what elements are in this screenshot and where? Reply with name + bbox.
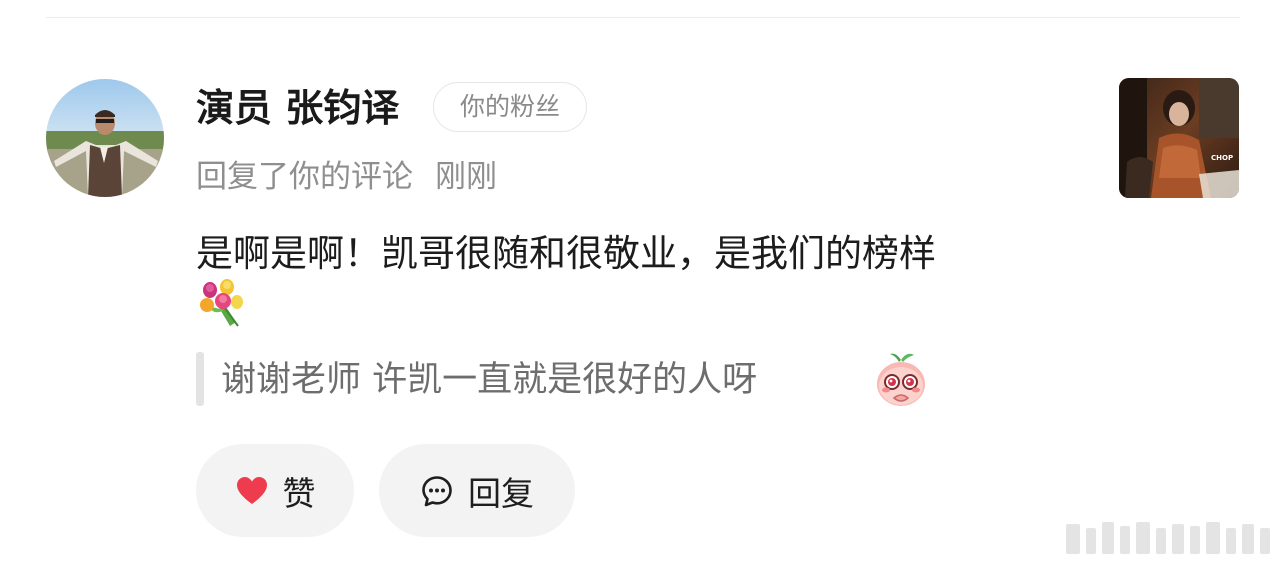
comment-icon (420, 474, 454, 508)
username[interactable]: 演员 张钧译 (196, 84, 399, 132)
notification-page: 演员 张钧译 你的粉丝 回复了你的评论 刚刚 是啊是啊！凯哥很随和很敬业，是我们的… (0, 0, 1284, 568)
watermark-icon (1066, 520, 1272, 556)
timestamp: 刚刚 (435, 159, 497, 195)
reply-label: 回复 (468, 473, 534, 513)
post-thumbnail[interactable]: CHOP (1119, 78, 1239, 198)
thumbnail-label: CHOP (1211, 154, 1233, 162)
reply-text: 是啊是啊！凯哥很随和很敬业，是我们的榜样 (196, 232, 936, 275)
quote-bar (196, 352, 204, 406)
action-text: 回复了你的评论 (196, 159, 413, 195)
top-divider (46, 17, 1240, 18)
quoted-comment[interactable]: 谢谢老师 许凯一直就是很好的人呀 (221, 356, 757, 404)
notification-meta: 回复了你的评论 刚刚 (196, 156, 497, 198)
fan-badge: 你的粉丝 (433, 82, 587, 132)
like-label: 赞 (282, 473, 316, 513)
like-button[interactable]: 赞 (196, 444, 354, 537)
peach-emoji (874, 350, 928, 408)
bouquet-icon (196, 276, 250, 330)
heart-icon (235, 474, 269, 508)
user-avatar[interactable] (46, 79, 164, 197)
reply-button[interactable]: 回复 (379, 444, 575, 537)
